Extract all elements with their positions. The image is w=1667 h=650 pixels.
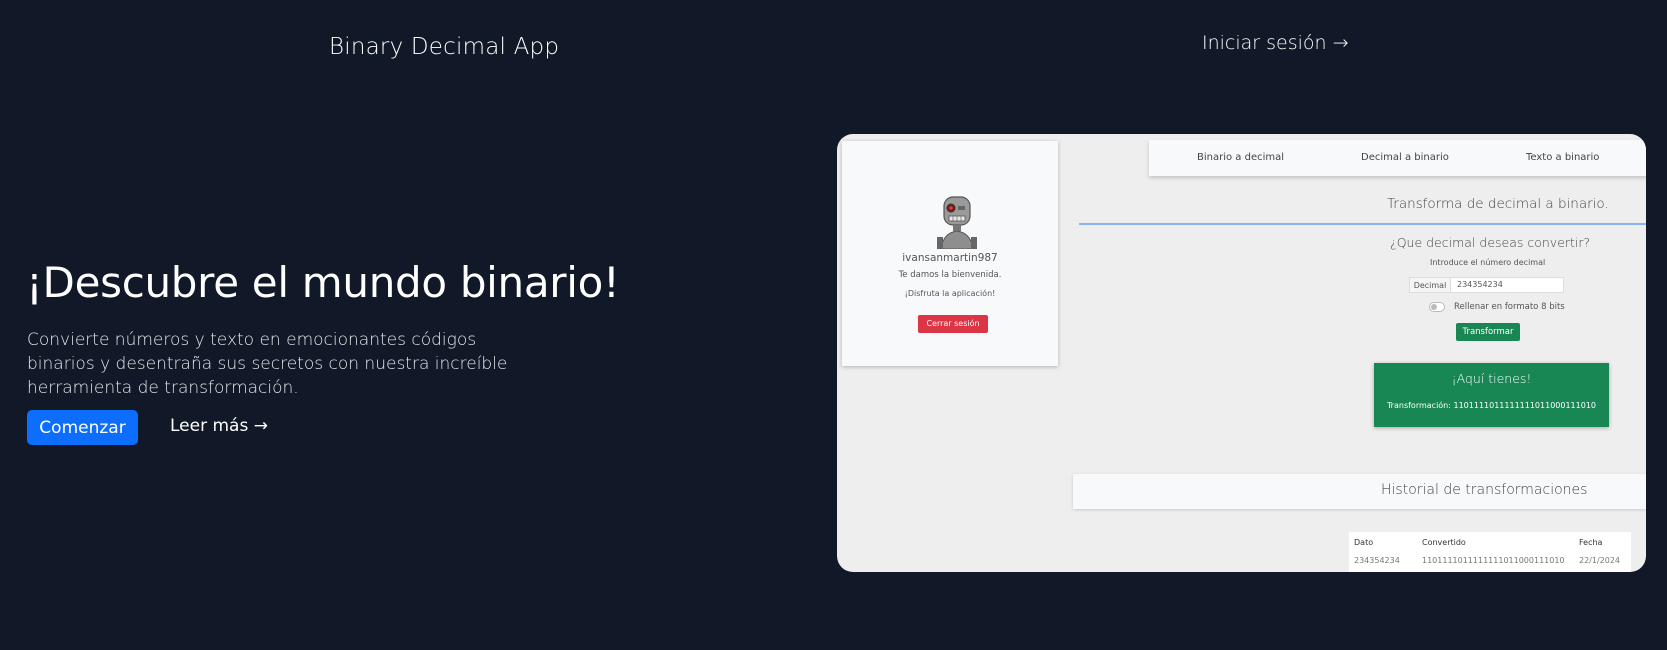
- profile-card: ivansanmartin987 Te damos la bienvenida.…: [842, 141, 1058, 366]
- brand-title: Binary Decimal App: [329, 34, 560, 60]
- start-button[interactable]: Comenzar: [27, 410, 138, 445]
- table-cell-converted: 1101111011111111011000111010: [1422, 556, 1565, 565]
- logout-button: Cerrar sesión: [918, 315, 988, 333]
- converter-title: Transforma de decimal a binario.: [1387, 196, 1609, 212]
- input-prefix: Decimal: [1409, 277, 1451, 293]
- input-hint: Introduce el número decimal: [1430, 258, 1546, 267]
- hero-title: ¡Descubre el mundo binario!: [26, 258, 620, 307]
- robot-avatar-icon: [937, 196, 977, 249]
- history-title: Historial de transformaciones: [1381, 482, 1588, 498]
- username: ivansanmartin987: [902, 252, 998, 264]
- history-header: Historial de transformaciones: [1073, 474, 1646, 509]
- column-header-converted: Convertido: [1422, 538, 1466, 547]
- converter-question: ¿Que decimal deseas convertir?: [1390, 235, 1591, 250]
- app-preview-screenshot: ivansanmartin987 Te damos la bienvenida.…: [837, 134, 1646, 572]
- table-cell-data: 234354234: [1354, 556, 1400, 565]
- login-link[interactable]: Iniciar sesión →: [1202, 32, 1349, 54]
- pad-8bit-toggle-row: Rellenar en formato 8 bits: [1429, 302, 1565, 312]
- decimal-input: 234354234: [1451, 277, 1564, 293]
- history-table: Dato Convertido Fecha 234354234 11011110…: [1349, 532, 1631, 572]
- pad-8bit-toggle: [1429, 302, 1445, 312]
- pad-8bit-label: Rellenar en formato 8 bits: [1454, 302, 1565, 312]
- column-header-date: Fecha: [1579, 538, 1603, 547]
- result-title: ¡Aquí tienes!: [1451, 371, 1532, 386]
- preview-navbar: Binario a decimal Decimal a binario Text…: [1149, 140, 1646, 176]
- welcome-text: Te damos la bienvenida.: [898, 270, 1002, 280]
- nav-item-binary-to-decimal: Binario a decimal: [1197, 152, 1285, 163]
- nav-item-decimal-to-binary: Decimal a binario: [1361, 152, 1449, 163]
- nav-item-text-to-binary: Texto a binario: [1526, 152, 1600, 163]
- result-panel: ¡Aquí tienes! Transformación: 1101111011…: [1374, 363, 1609, 427]
- enjoy-text: ¡Disfruta la aplicación!: [904, 289, 996, 298]
- hero-description: Convierte números y texto en emocionante…: [27, 330, 508, 398]
- divider-line: [1079, 223, 1646, 225]
- transform-button: Transformar: [1456, 323, 1520, 341]
- read-more-link[interactable]: Leer más →: [170, 416, 268, 436]
- decimal-input-group: Decimal 234354234: [1409, 277, 1564, 293]
- result-value: Transformación: 110111101111111101100011…: [1386, 401, 1597, 410]
- table-cell-date: 22/1/2024: [1579, 556, 1621, 565]
- column-header-data: Dato: [1354, 538, 1374, 547]
